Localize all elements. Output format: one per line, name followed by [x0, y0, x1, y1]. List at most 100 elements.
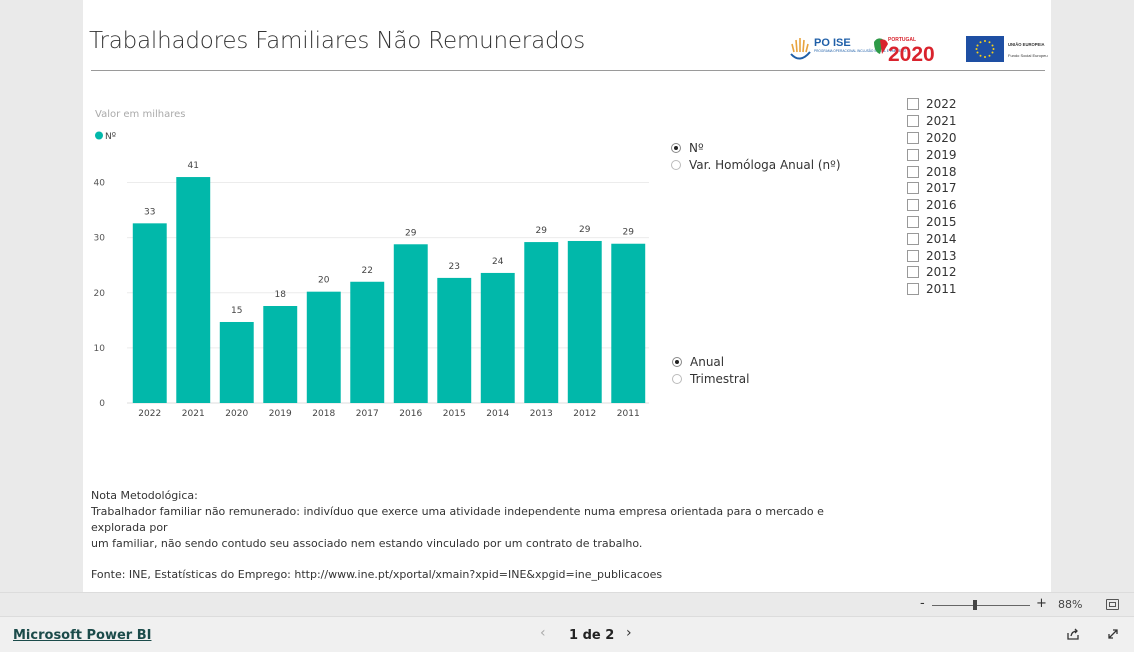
measure-option-yoy[interactable]: Var. Homóloga Anual (nº): [671, 156, 841, 173]
y-tick-label: 30: [94, 234, 106, 244]
checkbox-icon[interactable]: [907, 148, 919, 161]
checkbox-icon[interactable]: [907, 165, 919, 178]
year-filter-label: 2021: [926, 114, 957, 129]
note-line: Trabalhador familiar não remunerado: ind…: [91, 505, 824, 534]
zoom-out-button[interactable]: -: [920, 596, 925, 611]
bar[interactable]: [350, 281, 385, 403]
bar[interactable]: [132, 223, 167, 403]
checkbox-icon[interactable]: [907, 215, 919, 228]
checkbox-icon[interactable]: [907, 199, 919, 212]
bar[interactable]: [437, 277, 472, 403]
methodology-note: Nota Metodológica: Trabalhador familiar …: [91, 488, 871, 552]
legend-label: Nº: [105, 132, 116, 142]
x-tick-label: 2012: [573, 409, 596, 419]
eu-sub: Fundo Social Europeu: [1008, 53, 1048, 58]
year-filter-label: 2017: [926, 181, 957, 196]
share-icon[interactable]: [1066, 627, 1080, 641]
year-filter-label: 2012: [926, 265, 957, 280]
report-canvas: Trabalhadores Familiares Não Remunerados…: [83, 0, 1051, 592]
footer-bar: Microsoft Power BI ‹ 1 de 2 ›: [0, 616, 1134, 652]
measure-option-count[interactable]: Nº: [671, 139, 841, 156]
power-bi-link[interactable]: Microsoft Power BI: [13, 628, 151, 643]
bar[interactable]: [480, 272, 515, 403]
checkbox-icon[interactable]: [907, 283, 919, 296]
year-filter-item[interactable]: 2014: [907, 230, 957, 247]
x-tick-label: 2013: [530, 409, 553, 419]
checkbox-icon[interactable]: [907, 98, 919, 111]
year-filter-item[interactable]: 2019: [907, 146, 957, 163]
x-axis-ticks: 2022 2021 2020 2019 2018 2017 2016 2015 2014 2013…: [138, 409, 639, 419]
bar[interactable]: [263, 306, 298, 403]
checkbox-icon[interactable]: [907, 115, 919, 128]
x-tick-label: 2017: [356, 409, 379, 419]
bar[interactable]: [219, 321, 254, 403]
eu-label: UNIÃO EUROPEIA: [1008, 42, 1045, 47]
y-axis-title: Valor em milhares: [95, 109, 185, 120]
checkbox-icon[interactable]: [907, 266, 919, 279]
year-filter-item[interactable]: 2021: [907, 113, 957, 130]
bars: [132, 177, 646, 403]
period-option-annual[interactable]: Anual: [672, 353, 749, 370]
year-filter-item[interactable]: 2020: [907, 130, 957, 147]
radio-checked-icon[interactable]: [671, 142, 681, 153]
period-option-label: Trimestral: [690, 371, 750, 386]
bar[interactable]: [611, 243, 646, 403]
checkbox-icon[interactable]: [907, 232, 919, 245]
period-option-quarterly[interactable]: Trimestral: [672, 370, 749, 387]
year-filter-label: 2022: [926, 97, 957, 112]
data-label: 20: [318, 276, 330, 286]
checkbox-icon[interactable]: [907, 249, 919, 262]
zoom-bar: - + 88%: [0, 592, 1134, 616]
previous-page-button[interactable]: ‹: [540, 625, 546, 641]
report-title: Trabalhadores Familiares Não Remunerados: [89, 28, 586, 54]
fullscreen-icon[interactable]: [1106, 627, 1120, 641]
year-filter-item[interactable]: 2022: [907, 96, 957, 113]
x-tick-label: 2018: [312, 409, 335, 419]
zoom-in-button[interactable]: +: [1036, 596, 1047, 611]
source-note: Fonte: INE, Estatísticas do Emprego: htt…: [91, 568, 663, 581]
period-option-label: Anual: [690, 354, 725, 369]
y-tick-label: 40: [94, 179, 106, 189]
sponsor-logos: PO ISE PROGRAMA OPERACIONAL INCLUSÃO SOC…: [790, 36, 1048, 66]
bar[interactable]: [176, 177, 211, 403]
checkbox-icon[interactable]: [907, 182, 919, 195]
measure-option-label: Var. Homóloga Anual (nº): [689, 157, 841, 172]
note-heading: Nota Metodológica:: [91, 489, 198, 502]
x-tick-label: 2011: [617, 409, 640, 419]
year-filter-item[interactable]: 2011: [907, 281, 957, 298]
portugal-year: 2020: [888, 43, 935, 66]
page-indicator: 1 de 2: [569, 628, 615, 643]
checkbox-icon[interactable]: [907, 131, 919, 144]
zoom-slider-thumb[interactable]: [973, 600, 977, 610]
bar[interactable]: [306, 291, 341, 403]
portugal-2020-logo: PORTUGAL 2020: [874, 37, 935, 66]
period-selector: Anual Trimestral: [672, 353, 749, 387]
year-filter-item[interactable]: 2015: [907, 214, 957, 231]
year-filter-item[interactable]: 2018: [907, 163, 957, 180]
year-filter-item[interactable]: 2013: [907, 247, 957, 264]
year-filter-label: 2011: [926, 282, 957, 297]
year-filter-item[interactable]: 2016: [907, 197, 957, 214]
data-label: 22: [362, 266, 373, 276]
next-page-button[interactable]: ›: [626, 625, 632, 641]
bar[interactable]: [524, 242, 559, 403]
radio-checked-icon[interactable]: [672, 356, 682, 367]
radio-unchecked-icon[interactable]: [672, 373, 682, 384]
year-filter-item[interactable]: 2012: [907, 264, 957, 281]
y-tick-label: 20: [94, 289, 106, 299]
x-tick-label: 2014: [486, 409, 509, 419]
year-filter-label: 2015: [926, 214, 957, 229]
fit-to-page-icon[interactable]: [1106, 599, 1119, 610]
legend-marker: [95, 131, 103, 140]
radio-unchecked-icon[interactable]: [671, 159, 681, 170]
bar[interactable]: [567, 240, 602, 403]
note-line: um familiar, não sendo contudo seu assoc…: [91, 537, 643, 550]
year-filter-item[interactable]: 2017: [907, 180, 957, 197]
y-tick-label: 0: [99, 399, 105, 409]
bar[interactable]: [393, 244, 428, 403]
zoom-slider-track[interactable]: [932, 605, 1030, 606]
bar-chart: Valor em milhares Nº 0 10 20 30 40 33 41 15 18 2…: [94, 109, 649, 419]
x-tick-label: 2015: [443, 409, 466, 419]
chart-legend: Nº: [95, 131, 116, 142]
poise-label: PO ISE: [814, 37, 851, 49]
